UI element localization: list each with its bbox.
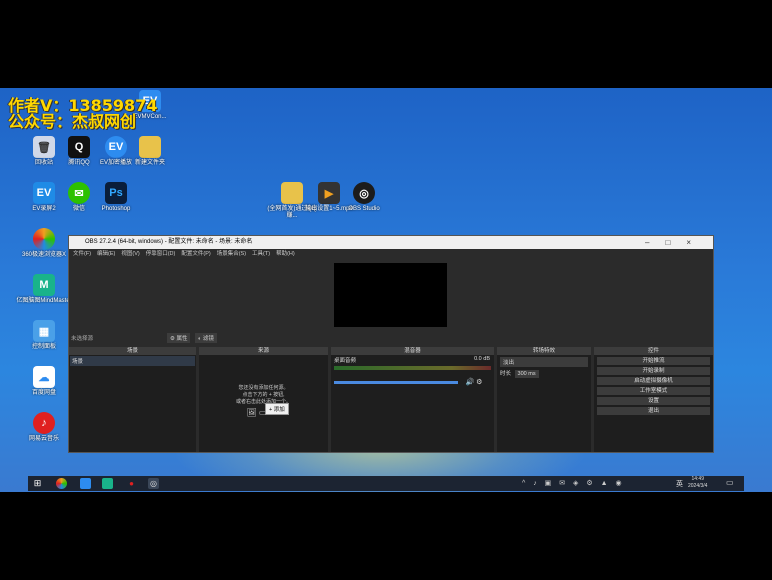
properties-button[interactable]: ⚙ 属性: [167, 333, 191, 343]
settings-button[interactable]: 设置: [597, 397, 710, 405]
scenes-panel: 场景 场景: [69, 347, 196, 452]
scene-item[interactable]: 场景: [70, 356, 195, 366]
mixer-title: 混音器: [331, 347, 494, 355]
obs-menubar: 文件(F) 编辑(E) 视图(V) 停靠窗口(D) 配置文件(P) 场景集合(S…: [69, 249, 713, 259]
menu-profile[interactable]: 配置文件(P): [181, 249, 210, 259]
track-name: 桌面音频: [334, 358, 357, 364]
preview-canvas[interactable]: [334, 263, 447, 327]
clock[interactable]: 14:49 2024/3/4: [688, 476, 707, 490]
duration-label: 时长: [500, 371, 512, 377]
sources-empty-hint: 您还没有添加任何源。 点击下方的 + 按钮, 或者右击此处添加一个。: [235, 385, 291, 405]
notification-icon[interactable]: ▭: [726, 478, 734, 487]
window-controls[interactable]: –□×: [645, 236, 707, 249]
scenes-title: 场景: [69, 347, 196, 355]
start-streaming-button[interactable]: 开始推流: [597, 357, 710, 365]
mixer-track: 桌面音频 0.0 dB: [331, 355, 494, 365]
transitions-title: 转场特效: [497, 347, 591, 355]
no-source-label: 未选择源: [71, 336, 94, 342]
menu-view[interactable]: 视图(V): [121, 249, 139, 259]
tray-icons[interactable]: ^ ♪ ▣ ✉ ◈ ⚙ ▲ ◉: [522, 479, 625, 487]
ev-player-icon[interactable]: [80, 478, 91, 489]
browser-360-icon[interactable]: [56, 478, 67, 489]
menu-docks[interactable]: 停靠窗口(D): [146, 249, 176, 259]
window-title: OBS 27.2.4 (64-bit, windows) - 配置文件: 未命名…: [85, 239, 253, 245]
taskbar: ⊞ ● ◎ ^ ♪ ▣ ✉ ◈ ⚙ ▲ ◉ 英 14:49 2024/3/4 ▭: [28, 476, 744, 491]
sources-panel: 来源 您还没有添加任何源。 点击下方的 + 按钮, 或者右击此处添加一个。 🖼 …: [199, 347, 328, 452]
desktop-icon-netease-music[interactable]: ♪ 网易云音乐: [14, 412, 74, 443]
source-toolbar: 未选择源 ⚙ 属性 ◐ 滤镜: [69, 332, 713, 344]
browser-360-icon: [33, 228, 55, 250]
start-virtual-camera-button[interactable]: 启动虚拟摄像机: [597, 377, 710, 385]
desktop-icon-obs[interactable]: ◎ OBS Studio: [334, 182, 394, 213]
recorder-icon[interactable]: ●: [126, 478, 137, 489]
obs-titlebar: OBS 27.2.4 (64-bit, windows) - 配置文件: 未命名…: [69, 236, 713, 249]
baidu-netdisk-icon: ☁: [33, 366, 55, 388]
folder-icon: [139, 136, 161, 158]
desktop: 🗑 回收站 Q 腾讯QQ EV EV加密播放 新建文件夹 EV EVMVCon.…: [0, 88, 772, 492]
watermark-line2: 公众号：杰叔网创: [8, 112, 137, 131]
filters-button[interactable]: ◐ 滤镜: [195, 333, 217, 343]
sources-title: 来源: [199, 347, 328, 355]
desktop-icon-baidu-netdisk[interactable]: ☁ 百度网盘: [14, 366, 74, 397]
volume-meter: [334, 366, 491, 370]
ime-indicator[interactable]: 英: [676, 479, 683, 489]
start-recording-button[interactable]: 开始录制: [597, 367, 710, 375]
menu-help[interactable]: 帮助(H): [276, 249, 295, 259]
obs-window: OBS 27.2.4 (64-bit, windows) - 配置文件: 未命名…: [68, 235, 714, 453]
mindmaster-icon[interactable]: [102, 478, 113, 489]
transitions-panel: 转场特效 淡出 时长 300 ms: [497, 347, 591, 452]
desktop-icon-new-folder[interactable]: 新建文件夹: [120, 136, 180, 167]
source-type-icons: 🖼 ▭ ◕ ◙: [246, 408, 281, 417]
desktop-icon-360-browser[interactable]: 360极速浏览器X: [14, 228, 74, 259]
desktop-icon-mindmaster[interactable]: M 亿图脑图MindMaster: [14, 274, 74, 305]
duration-row: 时长 300 ms: [500, 369, 588, 378]
duration-input[interactable]: 300 ms: [514, 370, 539, 378]
menu-edit[interactable]: 编辑(E): [97, 249, 115, 259]
studio-mode-button[interactable]: 工作室模式: [597, 387, 710, 395]
mindmaster-icon: M: [33, 274, 55, 296]
volume-slider[interactable]: [334, 381, 458, 384]
menu-scene-collection[interactable]: 场景集合(S): [217, 249, 246, 259]
menu-tools[interactable]: 工具(T): [252, 249, 270, 259]
speaker-icon[interactable]: 🔊 ⚙: [465, 379, 482, 386]
controls-panel: 控件 开始推流 开始录制 启动虚拟摄像机 工作室模式 设置 退出: [594, 347, 713, 452]
obs-icon: ◎: [353, 182, 375, 204]
desktop-icon-control-panel[interactable]: ▦ 控制面板: [14, 320, 74, 351]
transition-select[interactable]: 淡出: [500, 357, 588, 367]
controls-title: 控件: [594, 347, 713, 355]
obs-icon[interactable]: ◎: [148, 478, 159, 489]
control-panel-icon: ▦: [33, 320, 55, 342]
add-tooltip: + 添加: [265, 403, 289, 415]
netease-music-icon: ♪: [33, 412, 55, 434]
exit-button[interactable]: 退出: [597, 407, 710, 415]
track-level: 0.0 dB: [474, 356, 490, 362]
mixer-panel: 混音器 桌面音频 0.0 dB 🔊 ⚙: [331, 347, 494, 452]
start-icon[interactable]: ⊞: [32, 478, 43, 489]
menu-file[interactable]: 文件(F): [73, 249, 91, 259]
photoshop-icon: Ps: [105, 182, 127, 204]
desktop-icon-photoshop[interactable]: Ps Photoshop: [86, 182, 146, 213]
